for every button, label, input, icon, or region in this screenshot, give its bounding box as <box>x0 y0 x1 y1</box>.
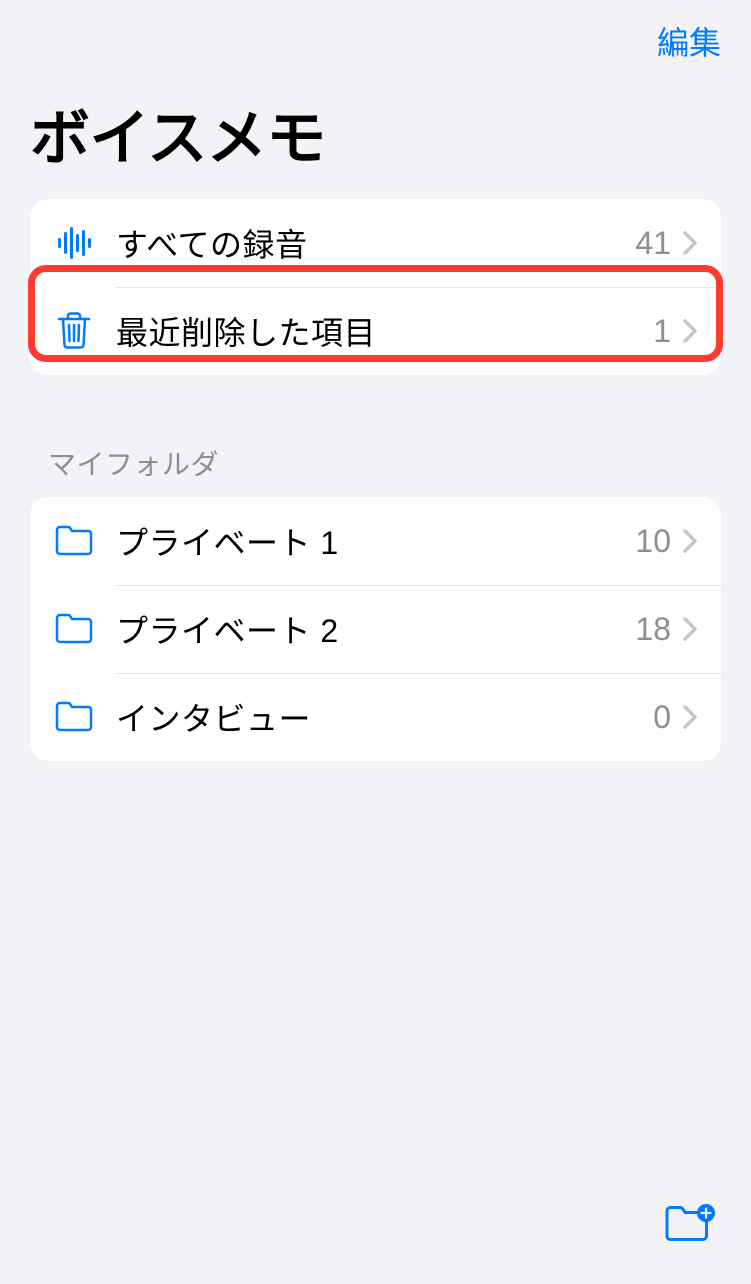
folder-row[interactable]: プライベート 1 10 <box>30 497 721 585</box>
system-folders-section: すべての録音 41 最近削除した項目 1 <box>30 199 721 375</box>
row-label: すべての録音 <box>116 220 635 266</box>
row-count: 10 <box>635 523 671 560</box>
folder-plus-icon <box>663 1203 715 1248</box>
folder-row[interactable]: プライベート 2 18 <box>30 585 721 673</box>
recently-deleted-row[interactable]: 最近削除した項目 1 <box>30 287 721 375</box>
page-title: ボイスメモ <box>0 72 751 199</box>
row-label: インタビュー <box>116 694 653 740</box>
header-bar: 編集 <box>0 0 751 72</box>
folder-icon <box>52 695 96 739</box>
trash-icon <box>52 309 96 353</box>
folder-row[interactable]: インタビュー 0 <box>30 673 721 761</box>
edit-button[interactable]: 編集 <box>657 18 721 64</box>
bottom-toolbar <box>0 1184 751 1284</box>
new-folder-button[interactable] <box>663 1203 715 1248</box>
chevron-right-icon <box>683 705 697 729</box>
all-recordings-row[interactable]: すべての録音 41 <box>30 199 721 287</box>
row-count: 18 <box>635 611 671 648</box>
my-folders-section: プライベート 1 10 プライベート 2 18 インタビュー 0 <box>30 497 721 761</box>
chevron-right-icon <box>683 319 697 343</box>
my-folders-header: マイフォルダ <box>0 405 751 497</box>
chevron-right-icon <box>683 529 697 553</box>
folder-icon <box>52 519 96 563</box>
row-label: プライベート 2 <box>116 606 635 652</box>
row-count: 0 <box>653 699 671 736</box>
waveform-icon <box>52 221 96 265</box>
chevron-right-icon <box>683 231 697 255</box>
row-count: 41 <box>635 225 671 262</box>
row-count: 1 <box>653 313 671 350</box>
chevron-right-icon <box>683 617 697 641</box>
folder-icon <box>52 607 96 651</box>
row-label: 最近削除した項目 <box>116 308 653 354</box>
row-label: プライベート 1 <box>116 518 635 564</box>
